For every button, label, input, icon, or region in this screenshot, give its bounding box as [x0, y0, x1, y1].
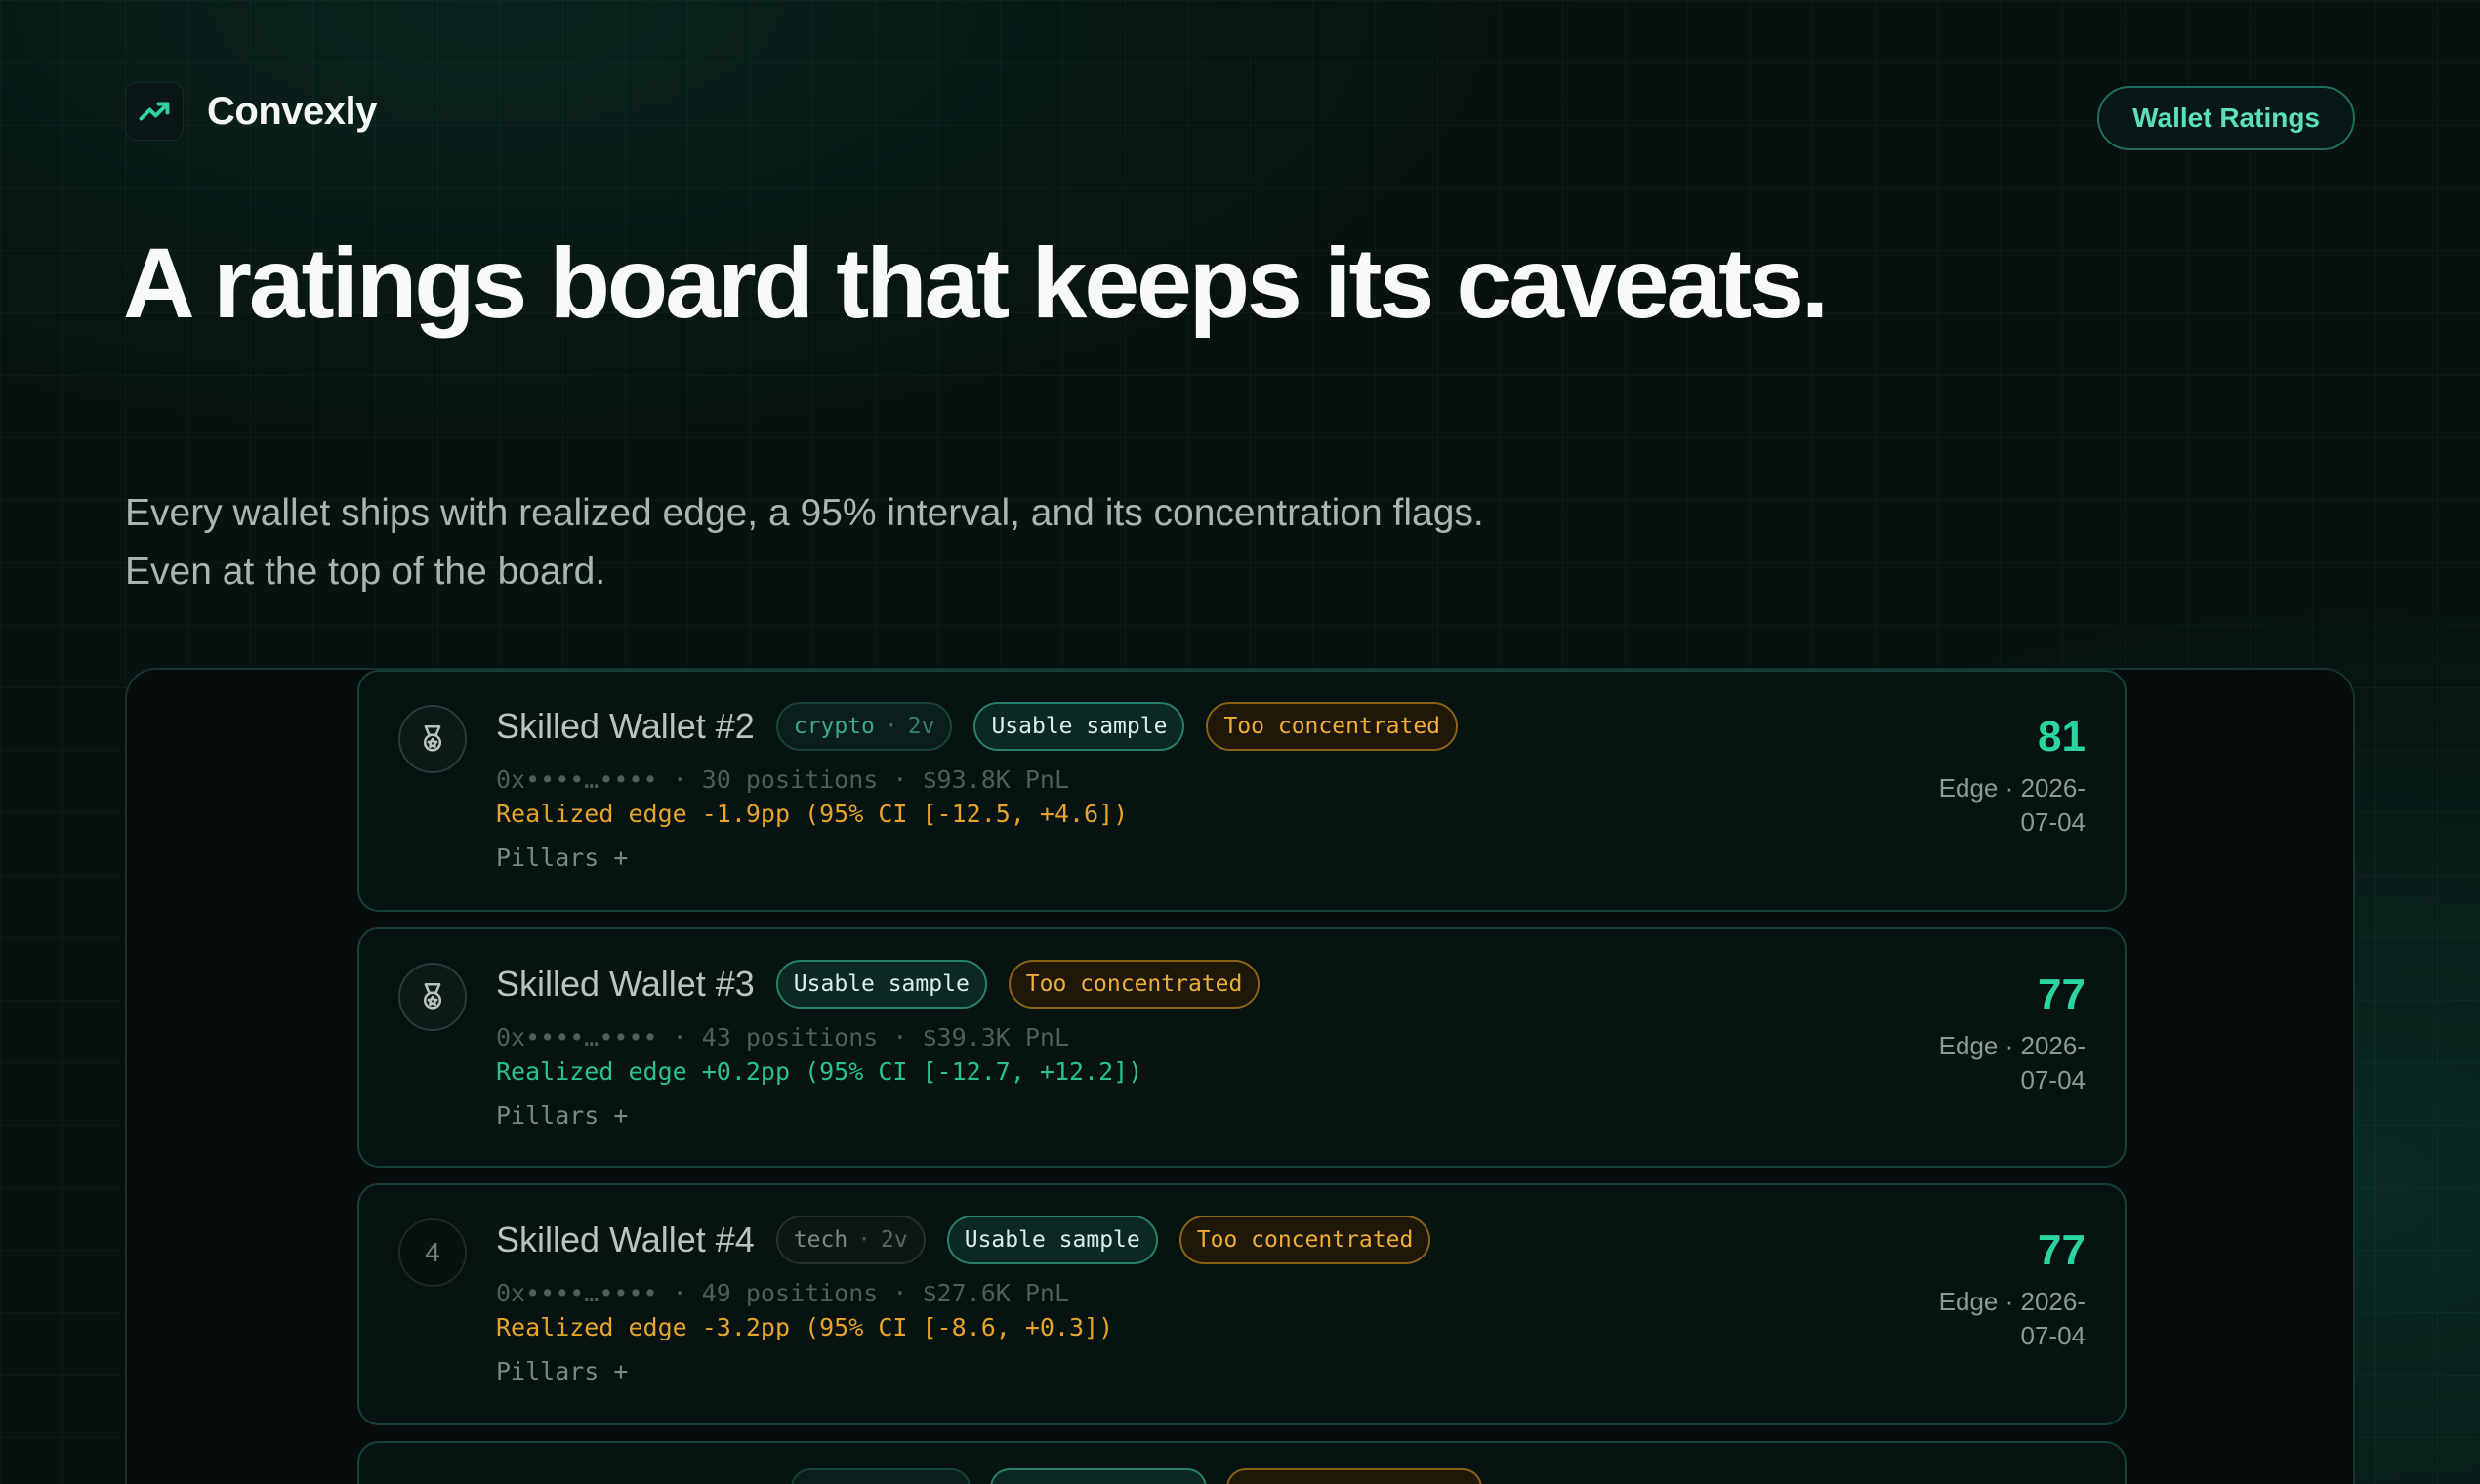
usable-sample-badge: [990, 1468, 1207, 1484]
score-column: 77 Edge · 2026- 07-04: [1890, 970, 2086, 1097]
wallet-ratings-nav-button[interactable]: Wallet Ratings: [2097, 86, 2355, 150]
pillars-toggle[interactable]: Pillars +: [496, 1101, 628, 1130]
category-sub: 2v: [907, 714, 935, 739]
wallet-meta: 0x••••…•••• · 49 positions · $27.6K PnL: [496, 1279, 1069, 1307]
hero-subtitle: Every wallet ships with realized edge, a…: [125, 484, 1785, 601]
score-label: Edge · 2026- 07-04: [1890, 771, 2086, 840]
separator-dot: ·: [884, 714, 898, 739]
category-tag: tech · 2v: [775, 1216, 926, 1264]
score-column: 81 Edge · 2026- 07-04: [1890, 713, 2086, 840]
medal-icon: [398, 963, 467, 1031]
rank-badge: 4: [398, 1218, 467, 1287]
score-label-line-1: Edge · 2026-: [1938, 1287, 2086, 1316]
hero-title: A ratings board that keeps its caveats.: [123, 227, 1829, 339]
medal-icon: [398, 705, 467, 773]
wallet-name: Skilled Wallet #3: [496, 964, 755, 1004]
score-label-line-2: 07-04: [2020, 1321, 2087, 1350]
score-label-line-2: 07-04: [2020, 807, 2087, 837]
brand-name: Convexly: [207, 89, 377, 133]
brand[interactable]: Convexly: [125, 82, 377, 141]
wallet-name: Skilled Wallet #2: [496, 706, 755, 746]
category-tag: [791, 1468, 971, 1484]
wallet-meta: 0x••••…•••• · 30 positions · $93.8K PnL: [496, 765, 1069, 794]
score-label-line-1: Edge · 2026-: [1938, 773, 2086, 803]
wallet-score: 77: [2038, 1226, 2086, 1274]
page: Convexly Wallet Ratings A ratings board …: [0, 0, 2480, 1484]
score-column: 77 Edge · 2026- 07-04: [1890, 1226, 2086, 1353]
usable-sample-badge: Usable sample: [775, 960, 987, 1009]
wallet-name: Skilled Wallet #4: [496, 1219, 755, 1259]
wallet-card[interactable]: 4 Skilled Wallet #4 tech · 2v Usable sam…: [357, 1183, 2127, 1425]
too-concentrated-badge: Too concentrated: [1206, 702, 1459, 751]
too-concentrated-badge: Too concentrated: [1008, 960, 1261, 1009]
wallet-meta: 0x••••…•••• · 43 positions · $39.3K PnL: [496, 1023, 1069, 1051]
category-tag: crypto · 2v: [775, 702, 953, 751]
pillars-toggle[interactable]: Pillars +: [496, 844, 628, 872]
score-label-line-2: 07-04: [2020, 1065, 2087, 1094]
category-sub: 2v: [881, 1227, 908, 1253]
realized-edge: Realized edge -1.9pp (95% CI [-12.5, +4.…: [496, 800, 1129, 828]
category-label: tech: [793, 1227, 848, 1253]
usable-sample-badge: Usable sample: [973, 702, 1185, 751]
usable-sample-badge: Usable sample: [946, 1216, 1158, 1264]
separator-dot: ·: [857, 1227, 872, 1253]
too-concentrated-badge: Too concentrated: [1178, 1216, 1431, 1264]
score-label: Edge · 2026- 07-04: [1890, 1029, 2086, 1097]
ratings-board: Skilled Wallet #2 crypto · 2v Usable sam…: [125, 668, 2355, 1484]
hero-subtitle-line-2: Even at the top of the board.: [125, 551, 606, 593]
score-label: Edge · 2026- 07-04: [1890, 1285, 2086, 1353]
wallet-card[interactable]: Skilled Wallet #3 Usable sample Too conc…: [357, 928, 2127, 1168]
realized-edge: Realized edge +0.2pp (95% CI [-12.7, +12…: [496, 1057, 1143, 1086]
trending-up-icon: [125, 82, 184, 141]
wallet-score: 81: [2038, 713, 2086, 761]
too-concentrated-badge: [1226, 1468, 1482, 1484]
wallet-score: 77: [2038, 970, 2086, 1018]
score-label-line-1: Edge · 2026-: [1938, 1031, 2086, 1060]
pillars-toggle[interactable]: Pillars +: [496, 1357, 628, 1385]
wallet-card[interactable]: Skilled Wallet #2 crypto · 2v Usable sam…: [357, 670, 2127, 912]
wallet-card-partial[interactable]: [357, 1441, 2127, 1484]
realized-edge: Realized edge -3.2pp (95% CI [-8.6, +0.3…: [496, 1313, 1114, 1341]
category-label: crypto: [793, 714, 875, 739]
hero-subtitle-line-1: Every wallet ships with realized edge, a…: [125, 492, 1484, 534]
